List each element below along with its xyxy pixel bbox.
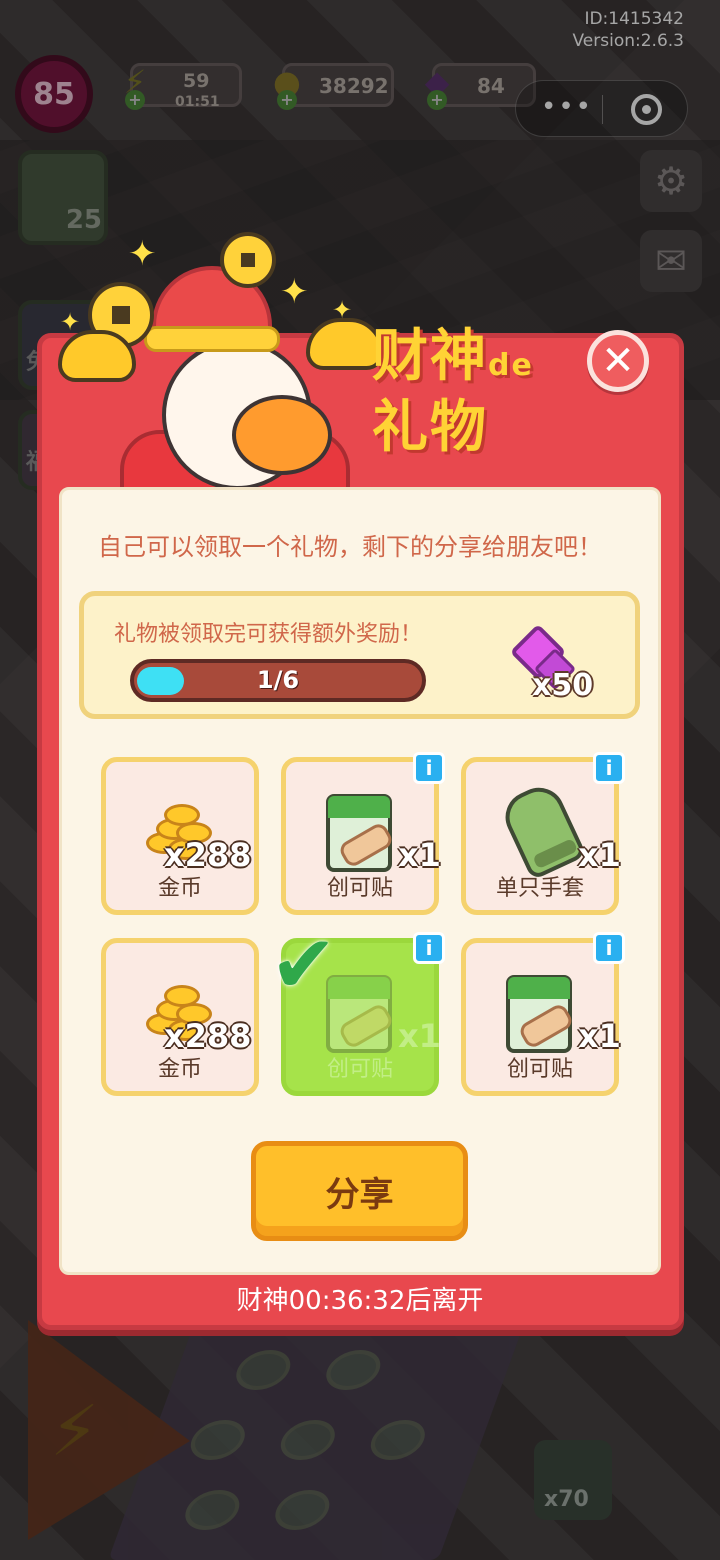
gift-name: 金币 bbox=[157, 1057, 202, 1082]
modal-title: 财神de 礼物 bbox=[372, 326, 602, 459]
info-icon[interactable]: i bbox=[413, 932, 445, 964]
bandage-icon bbox=[326, 794, 392, 872]
gift-slot-4[interactable]: x288 金币 bbox=[101, 938, 259, 1096]
sparkle-icon: ✦ bbox=[128, 234, 157, 274]
close-icon: ✕ bbox=[601, 338, 635, 384]
gift-qty: x1 bbox=[398, 836, 441, 874]
gift-name: 创可贴 bbox=[326, 1057, 393, 1082]
share-button[interactable]: 分享 bbox=[251, 1141, 468, 1241]
gift-qty: x1 bbox=[578, 1017, 621, 1055]
bandage-icon bbox=[506, 975, 572, 1053]
gift-name: 创可贴 bbox=[326, 876, 393, 901]
info-icon[interactable]: i bbox=[413, 752, 445, 784]
bonus-label: 礼物被领取完可获得额外奖励！ bbox=[114, 622, 423, 647]
share-label: 分享 bbox=[325, 1174, 394, 1215]
gift-name: 单只手套 bbox=[495, 876, 584, 901]
close-button[interactable]: ✕ bbox=[587, 330, 649, 392]
departure-timer: 财神00:36:32后离开 bbox=[236, 1286, 484, 1316]
gift-slot-1[interactable]: x288 金币 bbox=[101, 757, 259, 915]
bonus-progress-card: 礼物被领取完可获得额外奖励！ 1/6 x50 bbox=[79, 591, 640, 719]
gift-qty: x1 bbox=[578, 836, 621, 874]
info-icon[interactable]: i bbox=[593, 752, 625, 784]
intro-text: 自己可以领取一个礼物，剩下的分享给朋友吧！ bbox=[98, 533, 602, 561]
progress-text: 1/6 bbox=[256, 666, 300, 694]
title-de: de bbox=[488, 348, 534, 383]
sparkle-icon: ✦ bbox=[60, 308, 81, 336]
claimed-check-icon: ✔ bbox=[270, 918, 338, 1011]
gift-name: 创可贴 bbox=[506, 1057, 573, 1082]
sparkle-icon: ✦ bbox=[332, 296, 353, 324]
info-icon[interactable]: i bbox=[593, 932, 625, 964]
gift-qty: x1 bbox=[398, 1017, 441, 1055]
gold-coin-icon bbox=[220, 232, 276, 288]
gift-qty: x288 bbox=[164, 836, 252, 874]
gift-name: 金币 bbox=[157, 876, 202, 901]
gold-ingot-icon bbox=[58, 330, 136, 382]
glove-icon bbox=[497, 779, 587, 881]
bonus-reward-count: x50 bbox=[532, 668, 594, 703]
claim-progress-bar: 1/6 bbox=[130, 659, 426, 702]
title-line2: 礼物 bbox=[372, 395, 488, 460]
gift-qty: x288 bbox=[164, 1017, 252, 1055]
sparkle-icon: ✦ bbox=[280, 272, 309, 312]
title-line1: 财神 bbox=[372, 324, 488, 389]
